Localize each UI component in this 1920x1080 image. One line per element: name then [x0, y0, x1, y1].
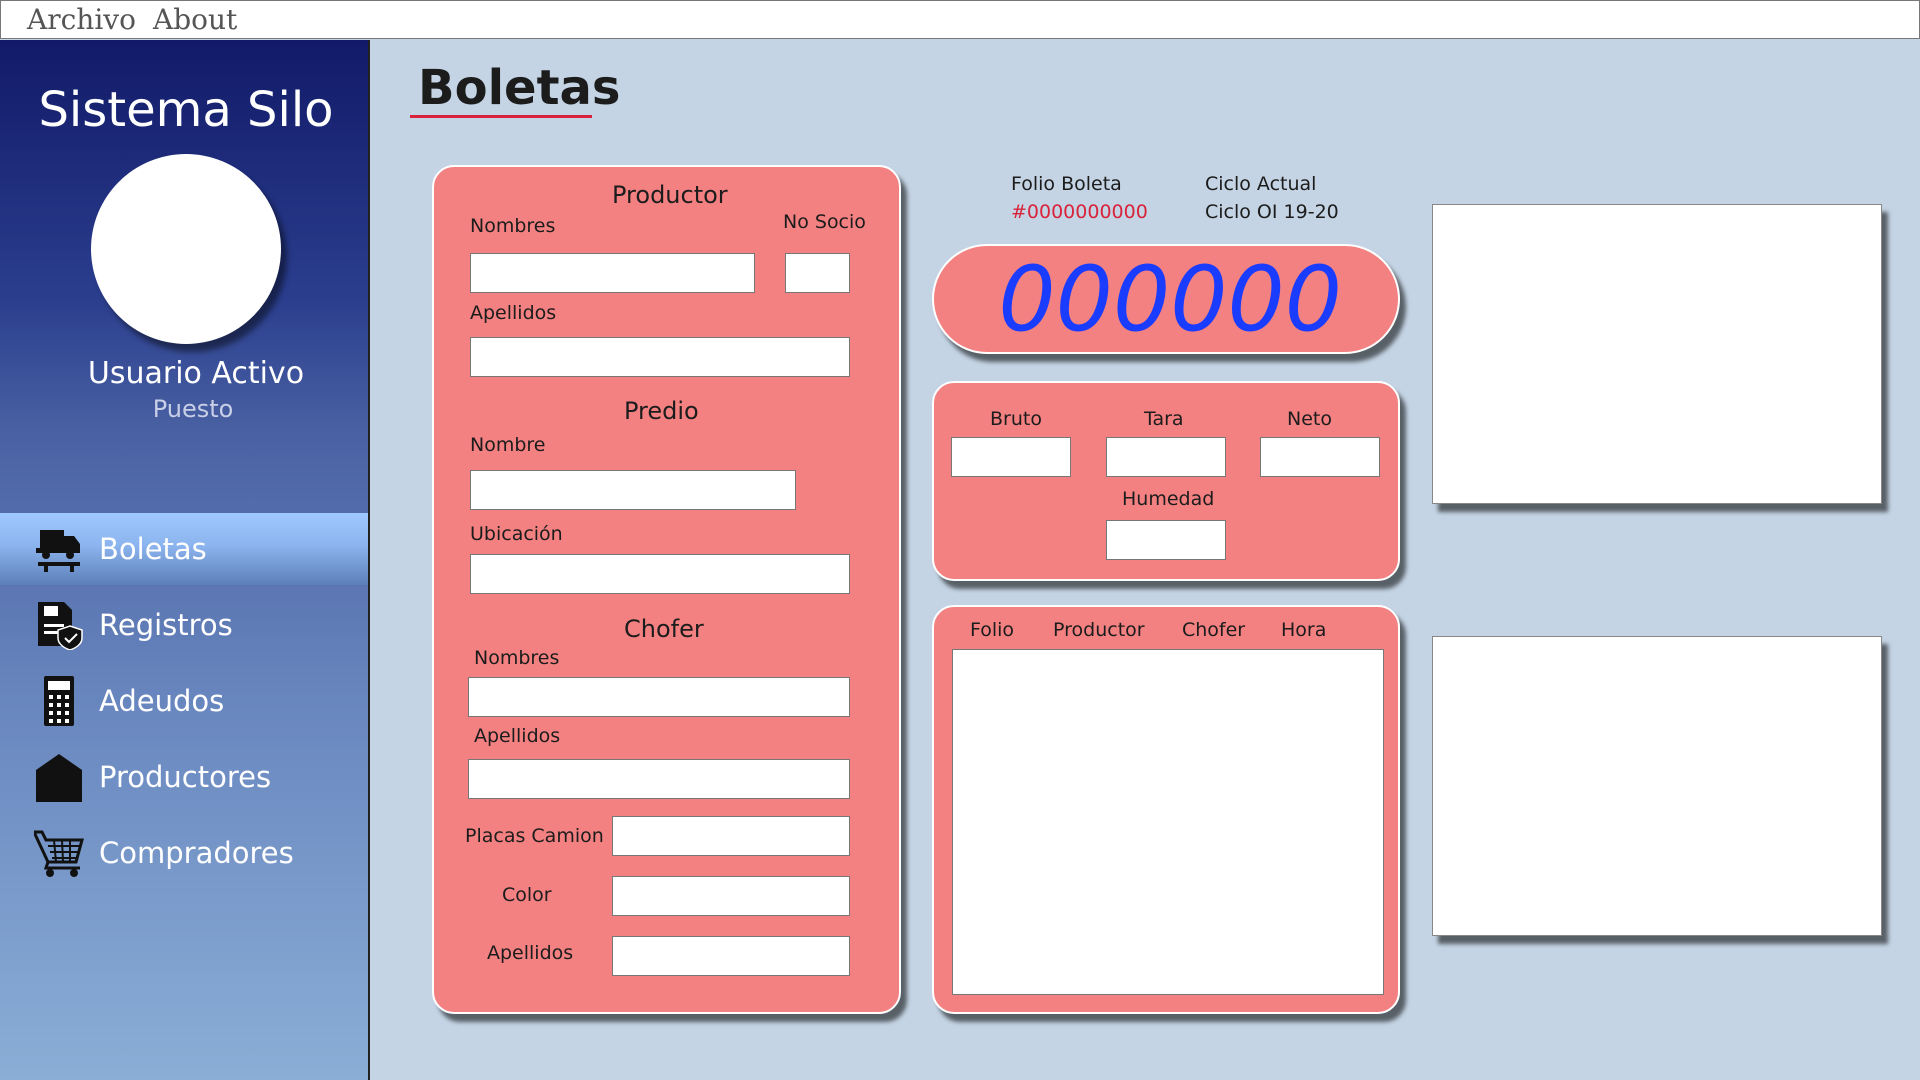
shopping-cart-icon — [34, 830, 84, 877]
app-title: Sistema Silo — [38, 82, 334, 138]
sidebar-item-label: Productores — [99, 760, 272, 794]
predio-heading: Predio — [624, 397, 699, 425]
predio-nombre-label: Nombre — [470, 434, 546, 456]
tara-input[interactable] — [1106, 437, 1226, 477]
table-header-productor: Productor — [1053, 619, 1145, 641]
sidebar-item-label: Adeudos — [99, 684, 225, 718]
chofer-apellidos-input[interactable] — [468, 759, 850, 799]
table-header-chofer: Chofer — [1182, 619, 1246, 641]
weights-card: Bruto Tara Neto Humedad — [932, 381, 1400, 581]
chofer-nombres-label: Nombres — [474, 647, 560, 669]
ciclo-actual-value: Ciclo OI 19-20 — [1205, 201, 1339, 223]
chofer-heading: Chofer — [624, 615, 704, 643]
sidebar: Sistema Silo Usuario Activo Puesto Bolet… — [0, 40, 370, 1080]
sidebar-item-registros[interactable]: Registros — [0, 589, 368, 661]
productor-heading: Productor — [612, 181, 728, 209]
no-socio-input[interactable] — [785, 253, 850, 293]
avatar — [91, 154, 281, 344]
warehouse-icon — [36, 754, 82, 802]
folio-boleta-value: #0000000000 — [1011, 201, 1148, 223]
sidebar-item-boletas[interactable]: Boletas — [0, 513, 368, 585]
recent-boletas-card: Folio Productor Chofer Hora — [932, 605, 1400, 1014]
sidebar-item-label: Registros — [99, 608, 233, 642]
sidebar-item-label: Boletas — [99, 532, 207, 566]
productor-nombres-input[interactable] — [470, 253, 755, 293]
neto-input[interactable] — [1260, 437, 1380, 477]
menu-archivo[interactable]: Archivo — [27, 3, 136, 36]
menu-bar: Archivo About — [0, 0, 1920, 39]
no-socio-label: No Socio — [783, 211, 866, 233]
sidebar-item-productores[interactable]: Productores — [0, 741, 368, 813]
image-panel-top — [1432, 204, 1882, 504]
user-role: Puesto — [152, 395, 234, 423]
sidebar-item-adeudos[interactable]: Adeudos — [0, 665, 368, 737]
productor-apellidos-input[interactable] — [470, 337, 850, 377]
placas-camion-input[interactable] — [612, 816, 850, 856]
productor-nombres-label: Nombres — [470, 215, 556, 237]
user-name: Usuario Activo — [87, 356, 305, 391]
bruto-label: Bruto — [990, 408, 1042, 430]
neto-label: Neto — [1287, 408, 1332, 430]
table-header-folio: Folio — [970, 619, 1015, 641]
document-shield-icon — [38, 602, 83, 650]
boletas-table-body[interactable] — [952, 649, 1384, 995]
table-header-hora: Hora — [1281, 619, 1327, 641]
weight-display: 000000 — [932, 244, 1400, 354]
humedad-label: Humedad — [1122, 488, 1215, 510]
ubicacion-label: Ubicación — [470, 523, 563, 545]
humedad-input[interactable] — [1106, 520, 1226, 560]
form-card: Productor Nombres No Socio Apellidos Pre… — [432, 165, 901, 1014]
color-input[interactable] — [612, 876, 850, 916]
sidebar-item-compradores[interactable]: Compradores — [0, 817, 368, 889]
page-title: Boletas — [418, 60, 621, 116]
chofer-nombres-input[interactable] — [468, 677, 850, 717]
ciclo-actual-label: Ciclo Actual — [1205, 173, 1317, 195]
folio-boleta-label: Folio Boleta — [1011, 173, 1122, 195]
bruto-input[interactable] — [951, 437, 1071, 477]
menu-about[interactable]: About — [153, 3, 237, 36]
placas-camion-label: Placas Camion — [465, 825, 604, 847]
chofer-apellidos2-input[interactable] — [612, 936, 850, 976]
chofer-apellidos2-label: Apellidos — [487, 942, 574, 964]
productor-apellidos-label: Apellidos — [470, 302, 557, 324]
title-underline — [410, 115, 592, 118]
color-label: Color — [502, 884, 552, 906]
chofer-apellidos-label: Apellidos — [474, 725, 561, 747]
ubicacion-input[interactable] — [470, 554, 850, 594]
image-panel-bottom — [1432, 636, 1882, 936]
calculator-icon — [44, 676, 74, 726]
tara-label: Tara — [1144, 408, 1184, 430]
truck-scale-icon — [36, 530, 80, 572]
predio-nombre-input[interactable] — [470, 470, 796, 510]
weight-counter: 000000 — [998, 246, 1342, 352]
sidebar-item-label: Compradores — [99, 836, 294, 870]
